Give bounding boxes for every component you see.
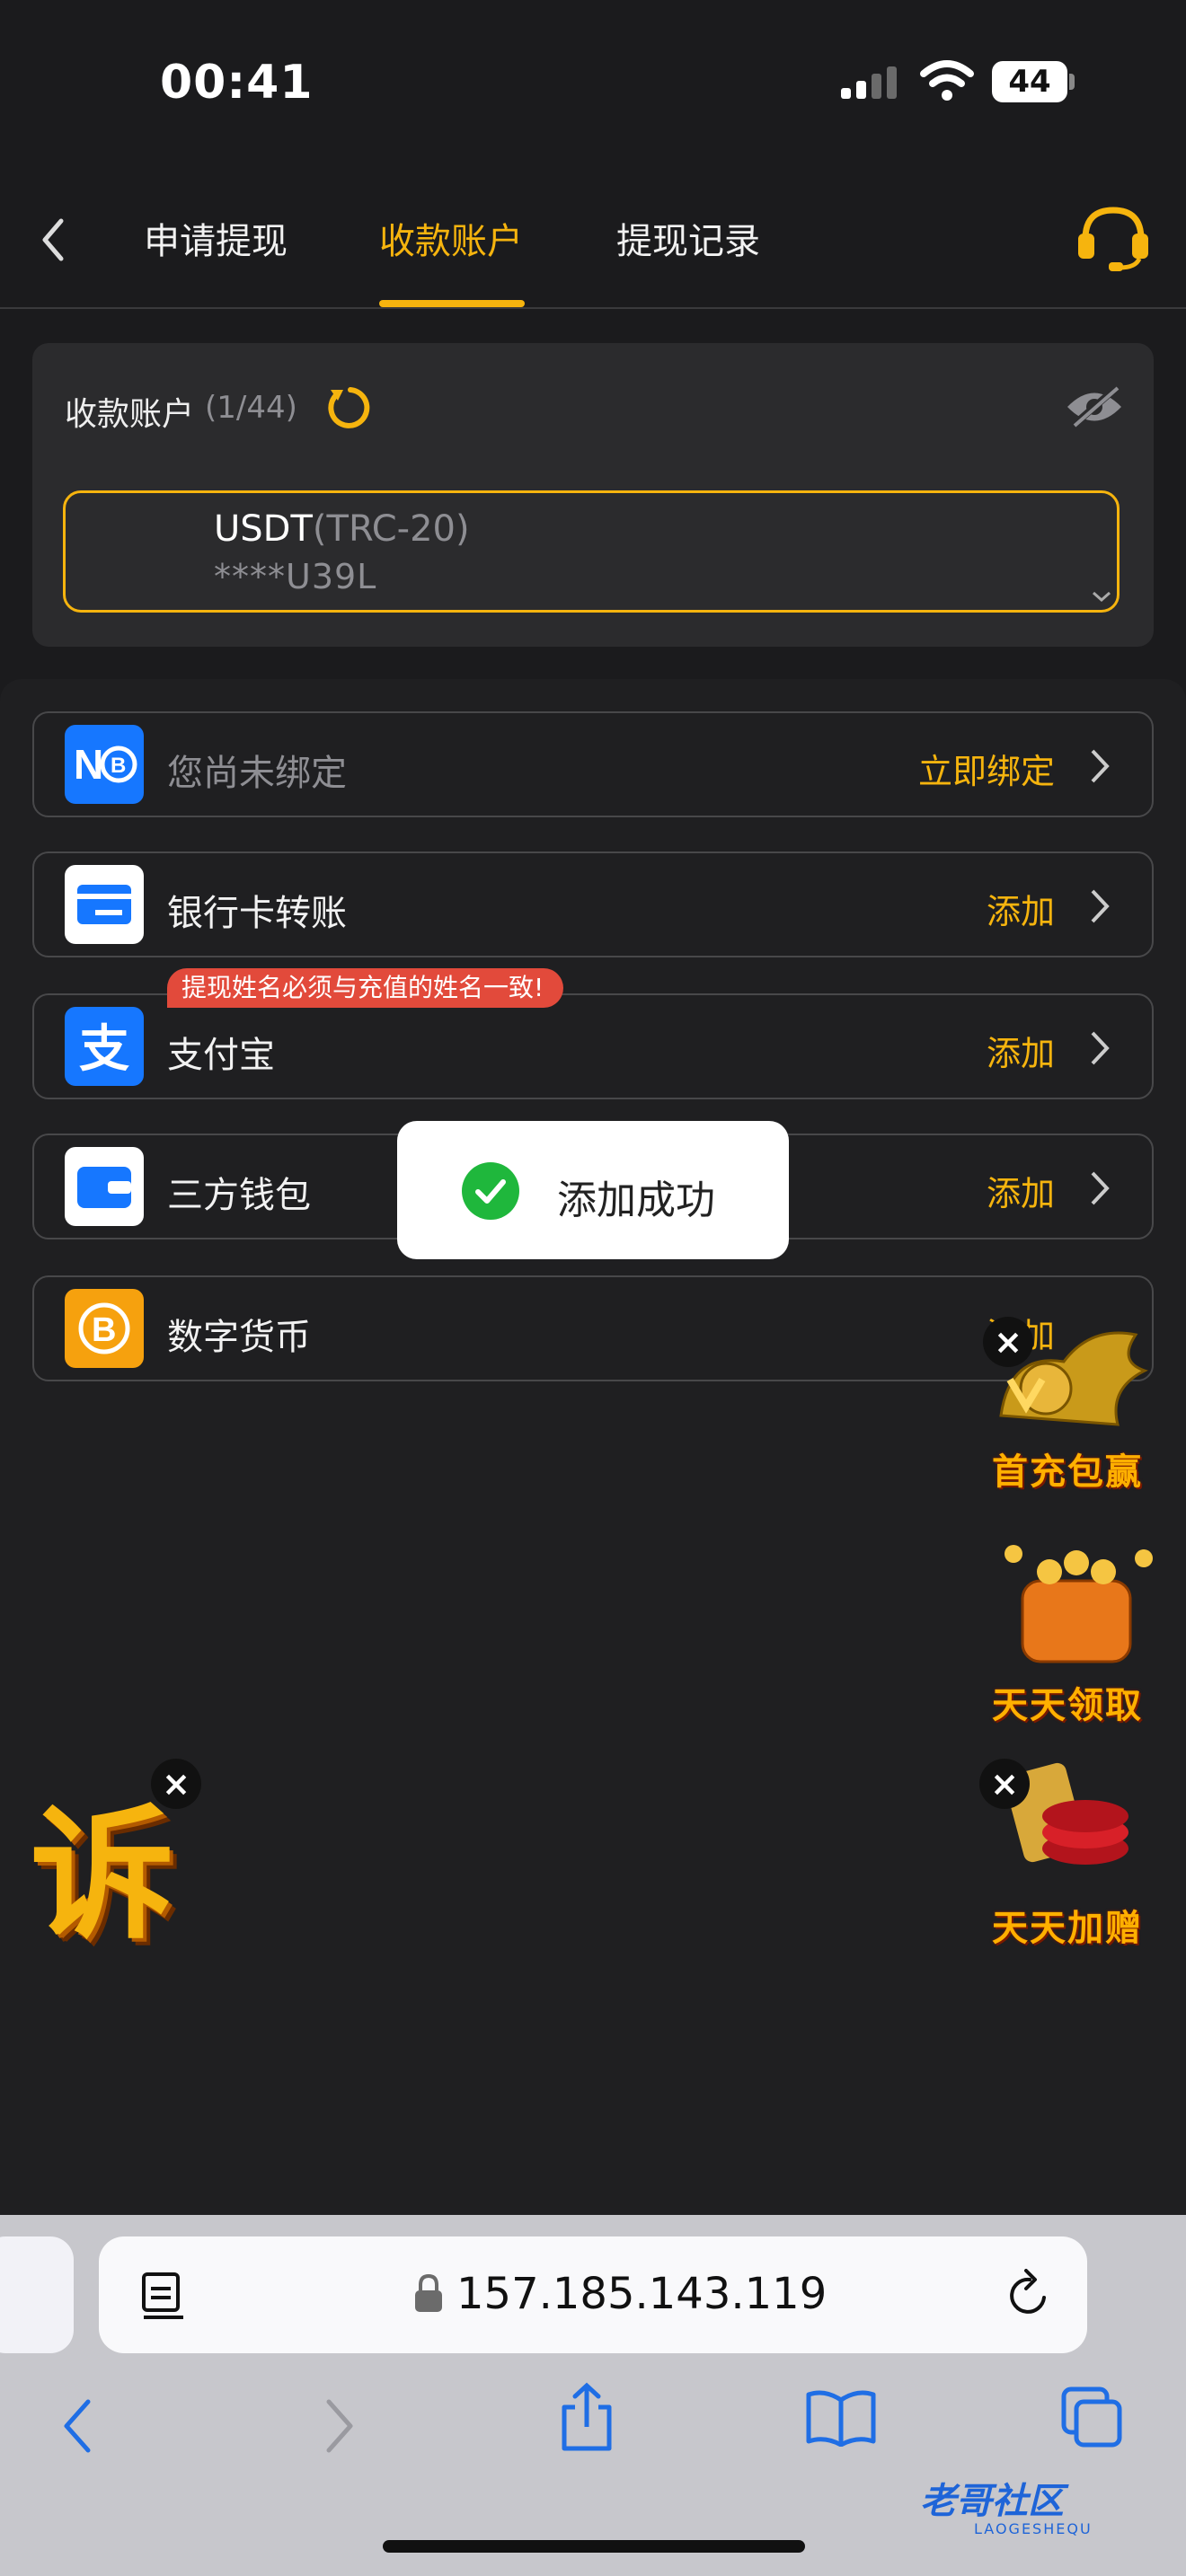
account-card-title: 收款账户 <box>65 396 195 433</box>
cellular-signal-icon <box>841 66 897 99</box>
toast-message: 添加成功 <box>557 1178 715 1223</box>
bitcoin-icon: B <box>65 1289 144 1368</box>
method-label-bank: 银行卡转账 <box>167 893 347 934</box>
coin-wallet-icon <box>1005 1545 1153 1663</box>
battery-indicator: 44 <box>992 61 1067 102</box>
previous-tab-preview[interactable] <box>0 2236 74 2353</box>
svg-text:支: 支 <box>79 1020 129 1079</box>
tab-withdraw-records[interactable]: 提现记录 <box>616 212 760 264</box>
account-count: (1/44) <box>205 390 297 426</box>
battery-nub <box>1069 74 1075 90</box>
eye-hidden-icon[interactable] <box>1064 384 1125 429</box>
alipay-icon: 支 <box>65 1007 144 1086</box>
home-indicator <box>383 2540 805 2553</box>
watermark-subtext: LAOGESHEQU <box>974 2520 1093 2537</box>
name-match-tip-badge: 提现姓名必须与充值的姓名一致! <box>167 968 564 1008</box>
reader-mode-icon[interactable] <box>140 2269 187 2323</box>
tab-receiving-accounts[interactable]: 收款账户 <box>379 212 523 264</box>
svg-text:B: B <box>92 1311 116 1349</box>
chevron-right-icon <box>1091 1031 1110 1065</box>
method-label-nob: 您尚未绑定 <box>167 753 347 794</box>
selected-account-network: (TRC-20) <box>312 508 470 550</box>
status-time: 00:41 <box>160 56 314 110</box>
selected-account-number: ****U39L <box>214 557 377 596</box>
tab-apply-withdraw[interactable]: 申请提现 <box>144 212 288 264</box>
bind-now-link[interactable]: 立即绑定 <box>863 744 1055 793</box>
chevron-down-icon <box>1093 591 1111 603</box>
headset-support-icon[interactable] <box>1073 203 1154 271</box>
close-complaint-button[interactable]: × <box>151 1759 201 1809</box>
first-deposit-label: 首充包赢 <box>992 1451 1143 1493</box>
chevron-right-icon <box>1091 1171 1110 1205</box>
add-alipay-button[interactable]: 添加 <box>929 1026 1055 1075</box>
lock-icon <box>415 2274 442 2312</box>
bank-card-icon <box>65 865 144 944</box>
nob-icon: N B <box>65 725 144 804</box>
method-label-alipay: 支付宝 <box>167 1035 275 1076</box>
svg-text:N: N <box>74 741 103 788</box>
reload-icon[interactable] <box>1005 2269 1055 2323</box>
watermark-logo: 老哥社区 <box>920 2481 1064 2522</box>
daily-claim-promo[interactable]: 天天领取 <box>987 1536 1166 1726</box>
daily-bonus-label: 天天加赠 <box>992 1908 1143 1949</box>
add-bank-button[interactable]: 添加 <box>929 884 1055 933</box>
tabs-overview-icon[interactable] <box>1060 2386 1125 2450</box>
chevron-right-icon <box>1091 889 1110 923</box>
url-text: 157.185.143.119 <box>456 2269 828 2319</box>
share-icon[interactable] <box>557 2382 616 2454</box>
selected-account-name: USDT(TRC-20) <box>214 508 470 550</box>
active-tab-underline <box>379 300 525 307</box>
add-wallet-button[interactable]: 添加 <box>929 1166 1055 1215</box>
browser-forward-icon[interactable] <box>316 2395 361 2457</box>
close-daily-bonus-button[interactable]: × <box>979 1759 1030 1809</box>
wifi-icon <box>920 60 974 101</box>
back-arrow-icon[interactable] <box>27 208 77 271</box>
selected-account-currency: USDT <box>214 508 313 550</box>
nav-divider <box>0 307 1186 309</box>
method-label-crypto: 数字货币 <box>167 1317 311 1358</box>
svg-text:B: B <box>111 754 126 778</box>
daily-claim-label: 天天领取 <box>992 1685 1143 1726</box>
bookmarks-icon[interactable] <box>805 2389 877 2447</box>
method-label-wallet: 三方钱包 <box>167 1175 311 1216</box>
refresh-icon[interactable] <box>323 383 374 433</box>
close-first-deposit-button[interactable]: × <box>983 1317 1033 1367</box>
wallet-icon <box>65 1147 144 1226</box>
chevron-right-icon <box>1091 749 1110 783</box>
check-circle-icon <box>462 1162 519 1220</box>
browser-back-icon[interactable] <box>56 2395 101 2457</box>
